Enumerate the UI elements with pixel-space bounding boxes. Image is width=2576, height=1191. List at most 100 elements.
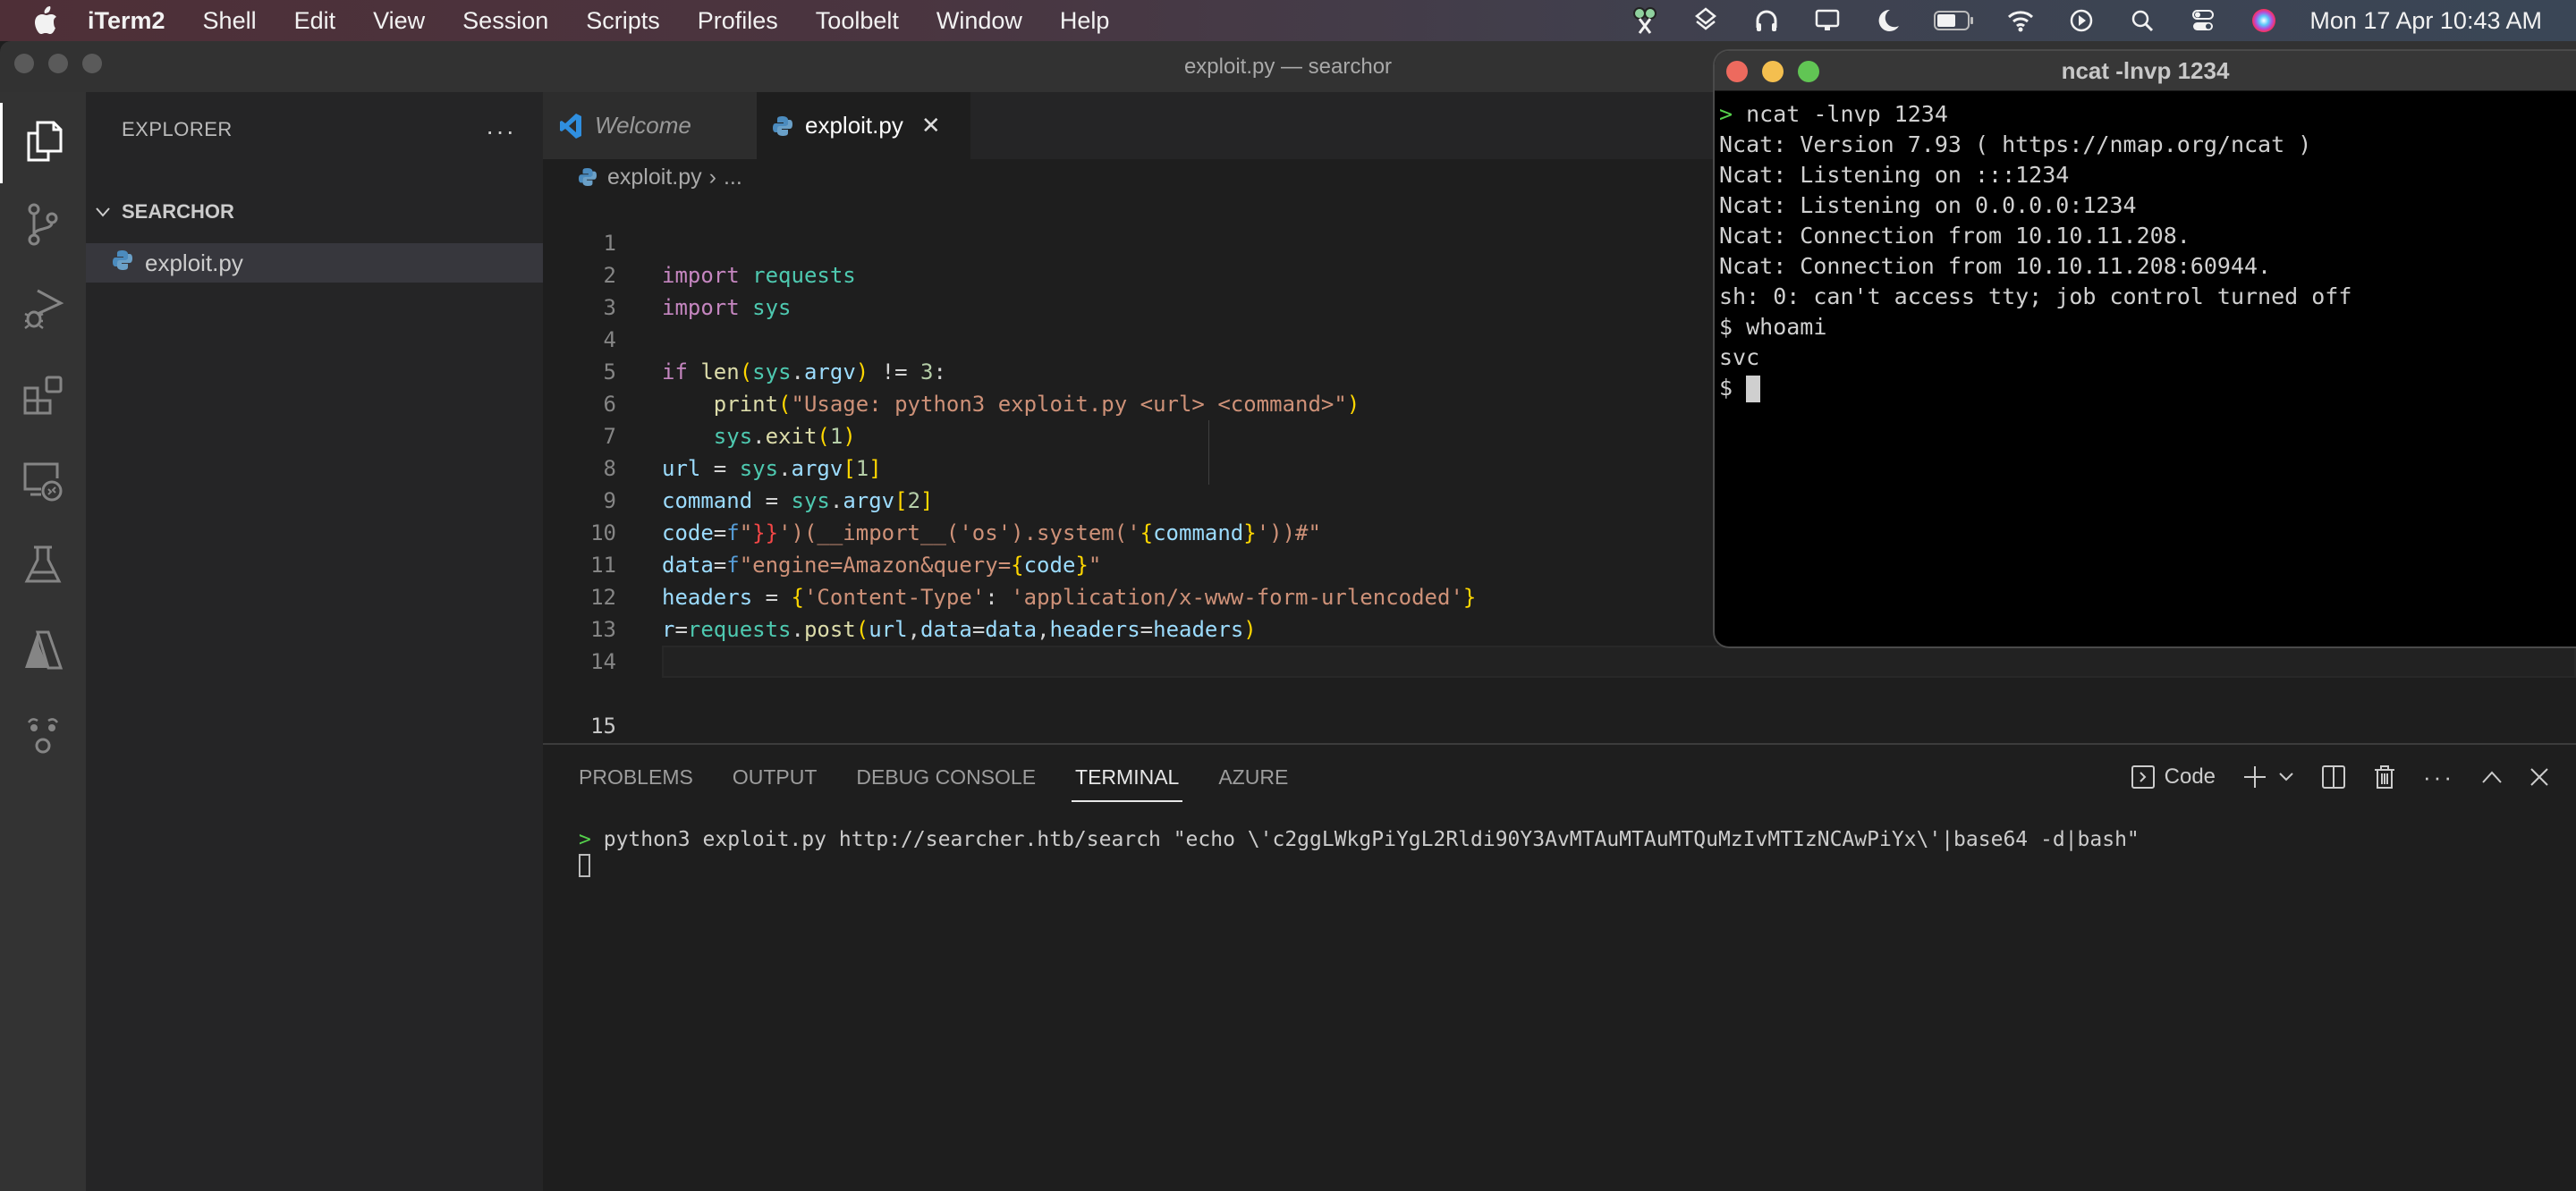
terminal-line: Ncat: Listening on 0.0.0.0:1234 [1719,192,2137,218]
vscode-logo-icon [559,113,582,139]
battery-icon[interactable] [1934,5,1975,36]
terminal-cursor-line [579,852,2140,877]
panel-tabs: PROBLEMS OUTPUT DEBUG CONSOLE TERMINAL A… [579,745,1327,809]
search-icon[interactable] [2127,5,2157,36]
menu-toolbelt[interactable]: Toolbelt [816,7,899,35]
display-icon[interactable] [1812,5,1843,36]
panel-tab-terminal[interactable]: TERMINAL [1072,745,1183,809]
explorer-more-actions-button[interactable]: ··· [486,117,516,146]
iterm-terminal-output[interactable]: > ncat -lnvp 1234 Ncat: Version 7.93 ( h… [1719,99,2351,403]
iterm-window: ncat -lnvp 1234 > ncat -lnvp 1234 Ncat: … [1713,49,2576,648]
activity-bar [0,92,86,1191]
moon-icon[interactable] [1873,5,1903,36]
file-exploit-py[interactable]: exploit.py [86,243,543,283]
activity-explorer[interactable] [0,103,86,183]
activity-run-debug[interactable] [0,271,86,351]
split-terminal-button[interactable] [2321,764,2346,790]
terminal-prompt: > [579,828,591,851]
breadcrumb: exploit.py › ... [543,159,742,195]
testing-icon [23,544,63,593]
panel-tab-debug-console[interactable]: DEBUG CONSOLE [856,745,1036,809]
trash-icon [2373,764,2396,790]
breadcrumb-separator: › [708,164,716,190]
terminal-line-prompt: $ [1719,373,2351,403]
terminal-icon [2131,764,2156,790]
terminal-line: svc [1719,344,1760,370]
panel-tab-problems[interactable]: PROBLEMS [579,745,693,809]
panel-tab-output[interactable]: OUTPUT [733,745,818,809]
menu-shell[interactable]: Shell [203,7,257,35]
menu-bar-clock[interactable]: Mon 17 Apr 10:43 AM [2309,7,2542,35]
terminal-line: Ncat: Listening on :::1234 [1719,162,2070,188]
close-panel-button[interactable] [2529,767,2549,787]
split-icon [2321,764,2346,790]
menu-window[interactable]: Window [936,7,1022,35]
terminal-line: > ncat -lnvp 1234 [1719,101,1948,127]
control-center-icon[interactable] [2188,5,2218,36]
menu-app-iterm2[interactable]: iTerm2 [88,7,165,35]
apple-logo-icon[interactable] [30,6,61,35]
menu-session[interactable]: Session [462,7,548,35]
macos-menu-bar: iTerm2 Shell Edit View Session Scripts P… [0,0,2576,41]
code-line-current: 15 # Example: python3 exploit.py http://… [543,646,2576,771]
breadcrumb-symbols[interactable]: ... [724,165,742,190]
iterm-title-bar: ncat -lnvp 1234 [1715,51,2576,91]
activity-remote-explorer[interactable] [0,443,86,523]
siri-icon[interactable] [2249,5,2279,36]
remote-explorer-icon [21,459,64,508]
run-debug-icon [21,287,64,336]
layers-icon[interactable] [1690,5,1721,36]
activity-extensions[interactable] [0,358,86,438]
tab-exploit-py[interactable]: exploit.py ✕ [757,92,970,159]
terminal-profile-button[interactable]: Code [2131,764,2216,790]
activity-azure[interactable] [0,612,86,693]
terminal-line: Ncat: Connection from 10.10.11.208:60944… [1719,253,2272,279]
explorer-sidebar: EXPLORER ··· SEARCHOR exploit.py [86,92,543,1191]
menu-help[interactable]: Help [1060,7,1110,35]
terminal-line: Ncat: Version 7.93 ( https://nmap.org/nc… [1719,131,2312,157]
maximize-panel-button[interactable] [2481,770,2503,784]
terminal-block-cursor [1746,376,1761,402]
python-file-icon [113,249,132,277]
terminal-command-line: > python3 exploit.py http://searcher.htb… [579,827,2140,852]
terminal-line: Ncat: Connection from 10.10.11.208. [1719,223,2190,249]
menu-view[interactable]: View [373,7,425,35]
explorer-icon [25,119,64,168]
python-file-icon [773,115,792,137]
close-tab-icon[interactable]: ✕ [921,112,941,139]
activity-face[interactable] [0,697,86,778]
bottom-panel: PROBLEMS OUTPUT DEBUG CONSOLE TERMINAL A… [543,743,2576,1191]
play-icon[interactable] [2066,5,2097,36]
line-number: 15 [590,714,616,739]
breadcrumb-file[interactable]: exploit.py [607,165,702,190]
tab-label: exploit.py [805,112,903,139]
wifi-icon[interactable] [2005,5,2036,36]
terminal-cursor [579,853,590,877]
tab-label: Welcome [595,112,691,139]
terminal-command: python3 exploit.py http://searcher.htb/s… [603,828,2140,851]
activity-source-control[interactable] [0,186,86,266]
ellipsis-icon: ··· [2423,763,2454,790]
snip-tool-icon[interactable] [1630,5,1660,36]
integrated-terminal[interactable]: > python3 exploit.py http://searcher.htb… [579,827,2140,877]
file-name: exploit.py [145,249,243,276]
menu-scripts[interactable]: Scripts [586,7,660,35]
source-control-icon [23,202,63,251]
tab-welcome[interactable]: Welcome [543,92,757,159]
folder-name: SEARCHOR [122,200,234,223]
folder-searchor[interactable]: SEARCHOR [86,194,543,230]
menu-profiles[interactable]: Profiles [698,7,778,35]
face-icon [23,714,63,763]
more-actions-button[interactable]: ··· [2423,764,2454,791]
headphones-icon[interactable] [1751,5,1782,36]
activity-testing[interactable] [0,528,86,608]
panel-tab-azure[interactable]: AZURE [1218,745,1288,809]
explorer-title: EXPLORER [122,118,233,140]
iterm-title: ncat -lnvp 1234 [2061,57,2230,84]
panel-actions: Code ··· [2104,745,2549,809]
chevron-down-icon[interactable] [2278,772,2294,782]
terminal-profile-label: Code [2164,764,2216,789]
kill-terminal-button[interactable] [2373,764,2396,790]
new-terminal-button[interactable] [2242,764,2294,790]
menu-edit[interactable]: Edit [294,7,336,35]
